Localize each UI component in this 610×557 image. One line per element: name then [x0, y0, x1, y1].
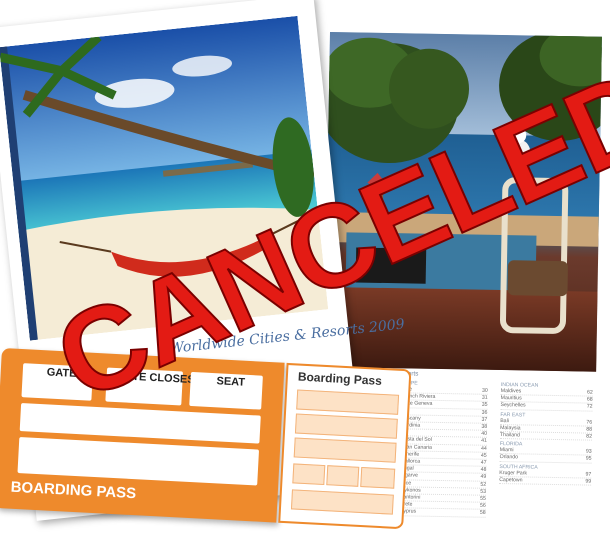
resort-page: 38	[481, 423, 488, 430]
resort-page: 97	[585, 471, 592, 478]
resort-page: 35	[481, 402, 488, 409]
resort-page: 53	[480, 488, 487, 495]
resort-page: 58	[479, 510, 486, 517]
resorts-row: Cyprus 58	[393, 508, 486, 518]
resort-page: 36	[481, 409, 488, 416]
stub-title: Boarding Pass	[297, 369, 383, 388]
resort-page: 44	[480, 445, 487, 452]
resort-page: 49	[480, 474, 487, 481]
stub-field	[290, 489, 394, 515]
resort-name: Orlando	[499, 454, 519, 461]
resorts-row: Seychelles 72	[500, 402, 593, 412]
resort-page: 76	[586, 419, 593, 426]
resort-page: 93	[585, 448, 592, 455]
resort-name: Bali	[500, 417, 509, 424]
resort-page: 37	[481, 416, 488, 423]
stub-field	[292, 463, 326, 486]
stub-field	[293, 437, 397, 463]
resort-page: 45	[480, 452, 487, 459]
resort-page: 99	[585, 478, 592, 485]
resort-page: 41	[481, 438, 487, 445]
resort-page: 88	[586, 426, 593, 433]
stub-field	[296, 389, 400, 415]
resort-name: Malaysia	[500, 424, 521, 432]
resort-name: Thailand	[499, 432, 520, 439]
resort-name: Capetown	[499, 476, 523, 484]
resort-page: 55	[480, 495, 486, 502]
resort-name: Kruger Park	[499, 469, 528, 477]
resort-name: Seychelles	[500, 402, 526, 409]
resort-page: 62	[586, 389, 593, 396]
stub-field	[326, 465, 360, 487]
flight-field	[17, 437, 260, 486]
resort-page: 82	[586, 433, 593, 440]
resorts-right-column: INDIAN OCEAN Maldives 62 Mauritius 68 Seychel…	[499, 380, 593, 486]
resort-page: 72	[586, 403, 593, 411]
resort-name: Miami	[499, 447, 514, 454]
resort-name: Maldives	[500, 388, 522, 395]
resort-page: 52	[480, 481, 487, 488]
resort-page: 95	[585, 455, 592, 463]
boarding-pass-stub: Boarding Pass	[278, 362, 412, 530]
stub-field	[294, 413, 398, 439]
resort-page: 56	[479, 502, 486, 510]
resorts-row: Orlando 95	[499, 454, 592, 464]
resort-page: 31	[481, 394, 488, 402]
resorts-row: Thailand 82	[499, 432, 593, 441]
resorts-index: Resorts EUROPEFrance30French Riviera31La…	[385, 370, 596, 541]
resort-page: 48	[480, 466, 487, 474]
boarding-pass-footer-label: BOARDING PASS	[10, 478, 137, 503]
resort-page: 68	[586, 396, 593, 403]
resort-name: Mauritius	[500, 395, 522, 402]
resort-page: 47	[480, 459, 487, 466]
resort-page: 40	[481, 430, 488, 438]
resorts-row: Capetown 99	[499, 476, 592, 486]
stub-field	[360, 466, 396, 489]
resort-page: 30	[481, 387, 488, 394]
